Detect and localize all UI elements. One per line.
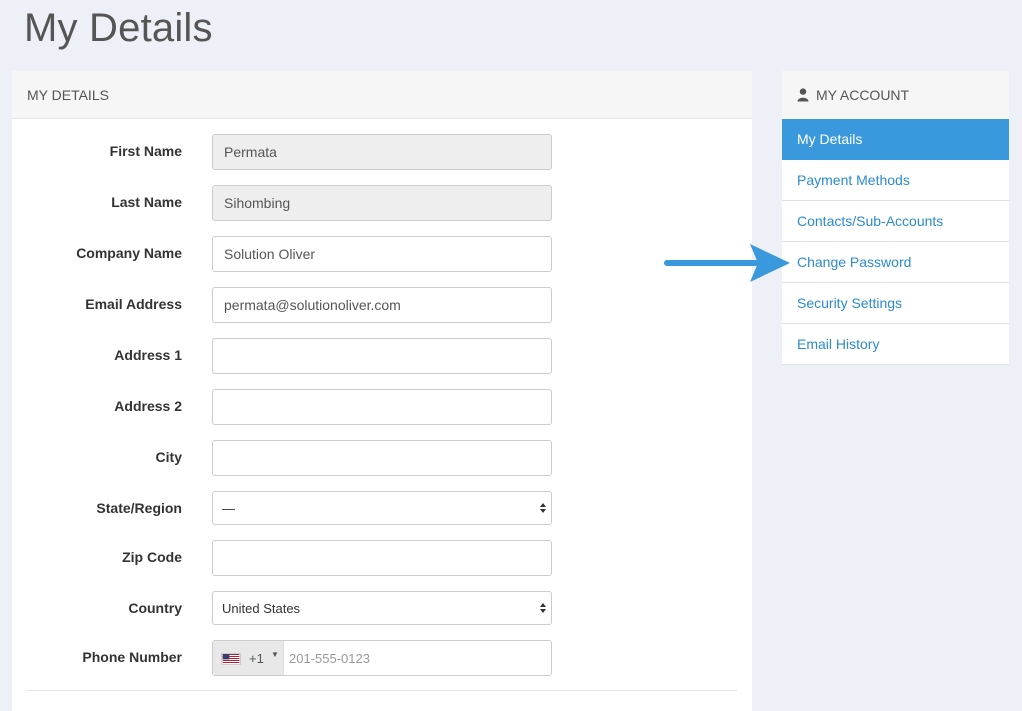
select-arrows-icon <box>540 603 546 613</box>
form-row-first-name: First Name <box>12 134 752 170</box>
company-name-input[interactable] <box>212 236 552 272</box>
form-row-city: City <box>12 440 752 476</box>
city-input[interactable] <box>212 440 552 476</box>
address1-input[interactable] <box>212 338 552 374</box>
us-flag-icon <box>221 653 241 665</box>
state-select-value: — <box>222 501 235 516</box>
email-input[interactable] <box>212 287 552 323</box>
dial-code: +1 <box>249 651 264 666</box>
my-account-sidebar: MY ACCOUNT My Details Payment Methods Co… <box>782 71 1009 365</box>
page-title: My Details <box>24 6 213 50</box>
country-select[interactable]: United States <box>212 591 552 625</box>
select-arrows-icon <box>540 503 546 513</box>
company-name-label: Company Name <box>76 245 182 261</box>
sidebar-item-payment-methods[interactable]: Payment Methods <box>782 160 1009 201</box>
zip-input[interactable] <box>212 540 552 576</box>
email-label: Email Address <box>85 296 182 312</box>
caret-down-icon: ▼ <box>271 650 279 659</box>
state-label: State/Region <box>96 500 182 516</box>
first-name-input[interactable] <box>212 134 552 170</box>
sidebar-item-change-password[interactable]: Change Password <box>782 242 1009 283</box>
panel-header: MY DETAILS <box>12 71 752 119</box>
zip-label: Zip Code <box>122 549 182 565</box>
last-name-label: Last Name <box>111 194 182 210</box>
form-row-address2: Address 2 <box>12 389 752 425</box>
country-label: Country <box>128 600 182 616</box>
sidebar-item-security-settings[interactable]: Security Settings <box>782 283 1009 324</box>
user-icon <box>797 88 809 102</box>
form-row-state: State/Region — <box>12 491 752 527</box>
form-row-company-name: Company Name <box>12 236 752 272</box>
phone-number-input[interactable]: 201-555-0123 <box>289 651 370 666</box>
address1-label: Address 1 <box>114 347 182 363</box>
state-select[interactable]: — <box>212 491 552 525</box>
form-row-country: Country United States <box>12 591 752 627</box>
sidebar-header: MY ACCOUNT <box>782 71 1009 119</box>
form-row-zip: Zip Code <box>12 540 752 576</box>
phone-input-group: +1 ▼ 201-555-0123 <box>212 640 552 676</box>
form-row-email: Email Address <box>12 287 752 323</box>
first-name-label: First Name <box>109 143 182 159</box>
city-label: City <box>155 449 182 465</box>
form-row-address1: Address 1 <box>12 338 752 374</box>
form-row-phone: Phone Number +1 ▼ 201-555-0123 <box>12 640 752 676</box>
last-name-input[interactable] <box>212 185 552 221</box>
my-details-panel: MY DETAILS First Name Last Name Company … <box>12 71 752 711</box>
phone-label: Phone Number <box>82 649 182 665</box>
sidebar-header-title: MY ACCOUNT <box>816 87 910 103</box>
sidebar-item-my-details[interactable]: My Details <box>782 119 1009 160</box>
country-select-value: United States <box>222 601 301 616</box>
address2-input[interactable] <box>212 389 552 425</box>
sidebar-item-email-history[interactable]: Email History <box>782 324 1009 365</box>
address2-label: Address 2 <box>114 398 182 414</box>
form-row-last-name: Last Name <box>12 185 752 221</box>
divider <box>27 690 737 691</box>
sidebar-item-contacts-sub-accounts[interactable]: Contacts/Sub-Accounts <box>782 201 1009 242</box>
country-code-dropdown[interactable]: +1 ▼ <box>213 641 284 675</box>
arrow-right-icon <box>664 244 790 282</box>
